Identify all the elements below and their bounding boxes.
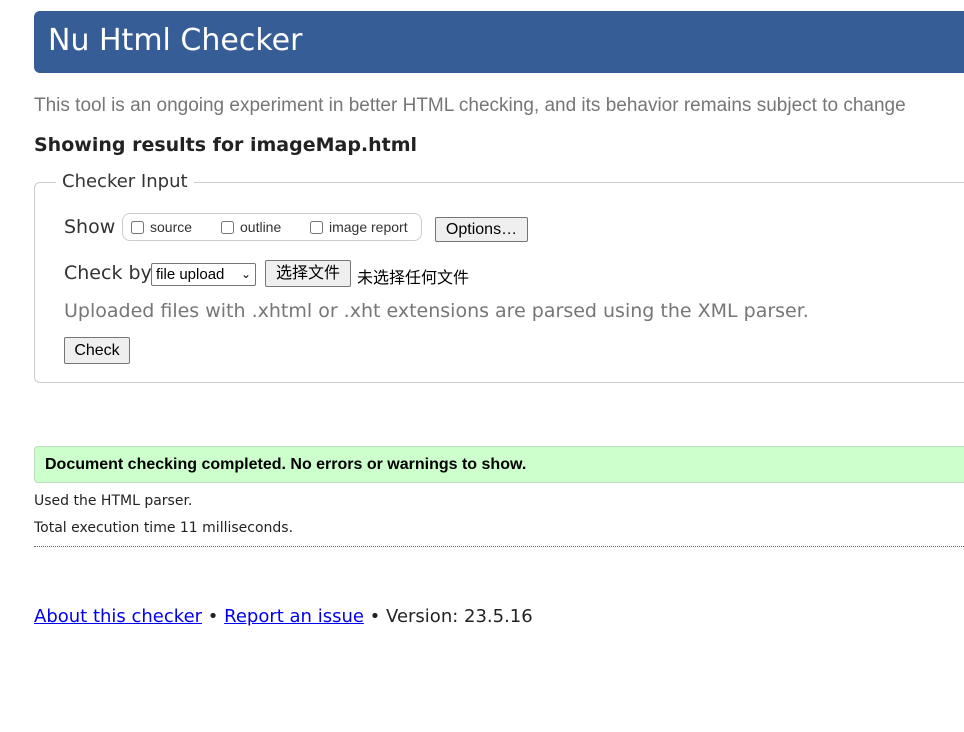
- choose-file-button[interactable]: 选择文件: [265, 260, 351, 287]
- footer: About this checker • Report an issue • V…: [34, 606, 533, 627]
- page: Nu Html Checker This tool is an ongoing …: [0, 0, 964, 732]
- file-status: 未选择任何文件: [357, 270, 470, 287]
- footer-separator: •: [369, 606, 381, 627]
- divider: [34, 546, 964, 547]
- show-image-report-option[interactable]: image report: [310, 219, 408, 235]
- checker-input-legend: Checker Input: [56, 171, 194, 192]
- show-options-group: source outline image report: [122, 213, 422, 241]
- check-by-label: Check by: [64, 262, 152, 284]
- parser-hint: Uploaded files with .xhtml or .xht exten…: [64, 300, 809, 322]
- outline-option-label: outline: [240, 219, 282, 235]
- show-label: Show: [64, 216, 116, 238]
- image-report-checkbox[interactable]: [310, 220, 323, 234]
- about-link[interactable]: About this checker: [34, 606, 202, 627]
- parser-note: Used the HTML parser.: [34, 493, 193, 509]
- version-text: Version: 23.5.16: [386, 606, 533, 627]
- app-title: Nu Html Checker: [48, 23, 303, 58]
- show-source-option[interactable]: source: [131, 219, 192, 235]
- results-heading: Showing results for imageMap.html: [34, 134, 418, 156]
- image-report-option-label: image report: [329, 219, 408, 235]
- chevron-down-icon: ⌄: [240, 267, 251, 281]
- show-outline-option[interactable]: outline: [221, 219, 281, 235]
- header-bar: Nu Html Checker: [34, 11, 964, 73]
- source-option-label: source: [150, 219, 193, 235]
- tagline: This tool is an ongoing experiment in be…: [34, 95, 906, 116]
- options-button[interactable]: Options…: [435, 217, 528, 242]
- footer-separator: •: [207, 606, 219, 627]
- success-message-box: Document checking completed. No errors o…: [34, 446, 964, 483]
- execution-time: Total execution time 11 milliseconds.: [34, 520, 294, 536]
- source-checkbox[interactable]: [131, 220, 144, 234]
- success-message: Document checking completed. No errors o…: [45, 456, 527, 473]
- check-by-select[interactable]: file upload ⌄: [151, 263, 256, 286]
- outline-checkbox[interactable]: [221, 220, 234, 234]
- check-button[interactable]: Check: [64, 337, 130, 364]
- report-issue-link[interactable]: Report an issue: [224, 606, 364, 627]
- check-by-selected-value: file upload: [156, 266, 225, 283]
